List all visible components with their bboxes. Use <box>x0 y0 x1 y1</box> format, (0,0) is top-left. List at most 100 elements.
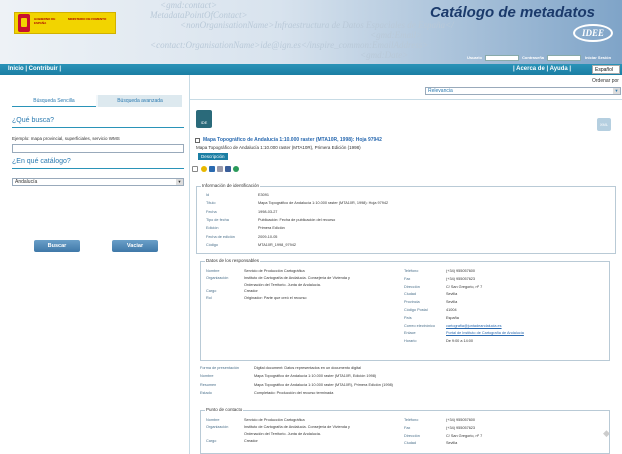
field-label: Id <box>206 193 210 197</box>
field-value: Instituto de Cartografía de Andalucía. C… <box>244 425 350 429</box>
field-label: Organización <box>206 425 229 429</box>
search-example: Ejemplo: mapa provincial, superficiales,… <box>12 136 120 141</box>
field-value: Mapa Topográfico de Andalucía 1:10.000 r… <box>258 201 389 206</box>
password-input[interactable] <box>547 55 581 61</box>
field-label: Rol <box>206 296 212 301</box>
field-label: Provincia <box>404 300 420 305</box>
search-tabs: Búsqueda Sencilla Búsqueda avanzada <box>12 95 182 107</box>
field-value: (+34) 955057600 <box>446 418 476 422</box>
field-label: Título <box>206 201 216 206</box>
field-label: Resumen <box>200 382 217 387</box>
facebook-icon[interactable] <box>225 166 231 172</box>
field-value: Completado: Producción del recurso termi… <box>254 390 334 395</box>
download-icon[interactable] <box>209 166 215 172</box>
search-button[interactable]: Buscar <box>34 240 80 252</box>
info-icon[interactable] <box>233 166 239 172</box>
field-label: Fecha de edición <box>206 234 235 239</box>
field-label: Teléfono <box>404 269 419 273</box>
field-value: Primera Edición <box>258 226 285 231</box>
field-label: Horario <box>404 339 417 344</box>
field-label: Dirección <box>404 433 420 438</box>
field-value: Digital document: Datos representados en… <box>254 366 362 370</box>
description-button[interactable]: Descripción <box>198 153 228 160</box>
field-value: Mapa Topográfico de Andalucía 1:10.000 r… <box>254 374 377 379</box>
field-label: Ciudad <box>404 292 417 297</box>
field-label: Cargo <box>206 289 217 294</box>
order-label: Ordenar por <box>592 78 619 84</box>
map-icon[interactable] <box>192 166 198 172</box>
field-label: Código <box>206 242 219 247</box>
order-value: Relevancia <box>428 88 453 94</box>
order-select[interactable]: Relevancia ▼ <box>425 87 621 95</box>
field-label: Nombre <box>206 418 220 422</box>
field-link[interactable]: cartografia@juntadeandalucia.es <box>446 324 502 328</box>
divider <box>12 127 184 128</box>
field-value: (+34) 955057600 <box>446 269 476 273</box>
field-value: C/ San Gregorio, nº 7 <box>446 284 483 289</box>
field-label: Edición <box>206 226 219 231</box>
field-label: Dirección <box>404 284 420 289</box>
field-label: País <box>404 315 412 320</box>
xml-icon[interactable]: XML <box>597 118 611 131</box>
field-value: Creador <box>244 289 258 294</box>
star-icon[interactable] <box>201 166 207 172</box>
catalog-select[interactable]: Andalucía ▼ <box>12 178 184 186</box>
search-input[interactable] <box>12 144 184 153</box>
field-label: Organización <box>206 275 229 280</box>
field-link[interactable]: Portal de Instituto de Cartografía de An… <box>446 331 524 335</box>
document-icon[interactable]: IDE <box>196 110 212 128</box>
field-label: Código Postal <box>404 308 428 312</box>
section-legend: Información de identificación <box>201 183 261 188</box>
field-value: 1998-03-27 <box>258 209 278 214</box>
field-value: (+34) 955057623 <box>446 425 476 430</box>
login-form: Usuario Contraseña Iniciar Sesión <box>467 55 622 61</box>
xml-line: <gmd:Email> <box>370 30 423 40</box>
xml-line: <contact:OrganisationName>ide@ign.es</in… <box>150 40 429 50</box>
field-label: Fax <box>404 276 411 281</box>
chevron-down-icon[interactable]: ▼ <box>613 88 620 94</box>
field-value: Publicación: Fecha de publicación del re… <box>258 217 336 222</box>
catalog-heading: ¿En qué catálogo? <box>12 158 71 165</box>
login-link[interactable]: Iniciar Sesión <box>585 55 611 60</box>
divider <box>12 168 184 169</box>
scroll-indicator[interactable]: ◆ <box>603 428 611 438</box>
section-legend: Punto de contacto <box>205 407 244 412</box>
field-value: E3091 <box>258 193 269 197</box>
xml-line: <nonOrganisationName>Infraestructura de … <box>180 20 454 30</box>
result-title-link[interactable]: Mapa Topográfico de Andalucía 1:10.000 r… <box>203 137 382 143</box>
clear-button[interactable]: Vaciar <box>112 240 158 252</box>
field-value: Servicio de Producción Cartográfica <box>244 269 305 273</box>
field-value: Servicio de Producción Cartográfica <box>244 418 305 422</box>
section-legend: Datos de los responsables <box>205 258 261 263</box>
chevron-down-icon[interactable]: ▼ <box>176 179 183 185</box>
field-label: Enlace <box>404 331 416 336</box>
link-icon[interactable] <box>217 166 223 172</box>
field-label: Tipo de fecha <box>206 217 229 222</box>
field-value: C/ San Gregorio, nº 7 <box>446 433 483 438</box>
tab-simple-search[interactable]: Búsqueda Sencilla <box>12 95 96 107</box>
field-label: Teléfono <box>404 418 419 422</box>
field-label: Fax <box>404 425 411 430</box>
coat-of-arms-icon <box>18 14 30 32</box>
result-subtitle: Mapa Topográfico de Andalucía 1:10.000 r… <box>196 145 361 150</box>
field-value: 41004 <box>446 308 457 312</box>
field-label: Estado <box>200 390 212 395</box>
field-label: Forma de presentación <box>200 366 240 370</box>
user-input[interactable] <box>485 55 519 61</box>
tab-advanced-search[interactable]: Búsqueda avanzada <box>98 95 182 107</box>
xml-line: <gmd:Date> <box>360 50 409 60</box>
field-value: Ordenación del Territorio. Junta de Anda… <box>244 282 321 287</box>
field-value: Originador: Parte que creó el recurso <box>244 296 307 301</box>
result-checkbox[interactable] <box>195 138 200 143</box>
search-panel <box>0 75 190 454</box>
nav-links-left[interactable]: Inicio | Contribuir | <box>8 66 61 72</box>
nav-links-right[interactable]: | Acerca de | Ayuda | <box>513 66 571 72</box>
idee-logo[interactable]: IDEE <box>573 24 613 42</box>
language-select[interactable]: Español <box>592 65 620 74</box>
password-label: Contraseña <box>522 55 545 60</box>
result-actions <box>192 166 252 174</box>
logo-ministry-text: MINISTERIO DE FOMENTO <box>68 17 107 21</box>
field-label: Fecha <box>206 209 217 214</box>
field-value: Mapa Topográfico de Andalucía 1:10.000 r… <box>254 382 393 387</box>
field-label: Nombre <box>206 269 220 273</box>
